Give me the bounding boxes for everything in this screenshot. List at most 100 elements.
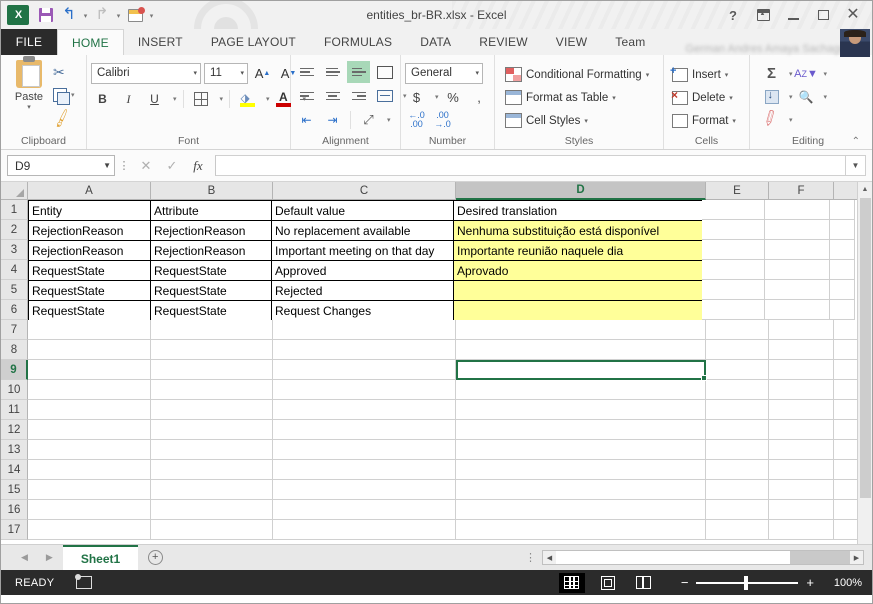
delete-cells-button[interactable]: Delete ▾ [671, 86, 733, 109]
percent-style-button[interactable]: % [442, 86, 465, 108]
column-header-b[interactable]: B [151, 182, 273, 200]
fill-dropdown-icon[interactable]: ▾ [789, 93, 793, 101]
cell-g1[interactable] [830, 200, 855, 220]
fill-handle[interactable] [701, 375, 707, 381]
row-header-7[interactable]: 7 [1, 320, 28, 340]
cell-a12[interactable] [28, 420, 151, 440]
align-right-button[interactable] [347, 85, 370, 107]
tab-home[interactable]: HOME [57, 29, 124, 55]
row-header-17[interactable]: 17 [1, 520, 28, 540]
cell-c11[interactable] [273, 400, 456, 420]
zoom-track[interactable] [696, 575, 799, 590]
cell-a10[interactable] [28, 380, 151, 400]
clear-dropdown-icon[interactable]: ▾ [789, 116, 793, 124]
cell-e3[interactable] [702, 240, 765, 260]
row-header-12[interactable]: 12 [1, 420, 28, 440]
signed-in-user-name[interactable]: German Andres Amaya Sachagua [685, 43, 851, 55]
cell-b4[interactable]: RequestState [150, 260, 272, 281]
cell-f8[interactable] [769, 340, 834, 360]
autosum-dropdown-icon[interactable]: ▾ [789, 70, 793, 78]
align-middle-button[interactable] [321, 61, 344, 83]
formula-bar-grip[interactable]: ⋮ [115, 160, 133, 171]
underline-dropdown-icon[interactable]: ▾ [173, 95, 177, 103]
select-all-button[interactable] [1, 182, 28, 200]
cell-a4[interactable]: RequestState [28, 260, 151, 281]
column-header-c[interactable]: C [273, 182, 456, 200]
vertical-scroll-thumb[interactable] [860, 198, 871, 498]
bold-button[interactable]: B [91, 88, 114, 110]
tab-page-layout[interactable]: PAGE LAYOUT [197, 29, 310, 55]
cancel-entry-button[interactable]: ✕ [133, 155, 159, 177]
align-top-button[interactable] [295, 61, 318, 83]
cell-e14[interactable] [706, 460, 769, 480]
find-select-dropdown-icon[interactable]: ▾ [824, 93, 828, 101]
cell-b17[interactable] [151, 520, 273, 540]
cell-e7[interactable] [706, 320, 769, 340]
cell-b2[interactable]: RejectionReason [150, 220, 272, 241]
cell-e2[interactable] [702, 220, 765, 240]
cell-styles-dropdown-icon[interactable]: ▾ [584, 117, 588, 125]
tab-file[interactable]: FILE [1, 29, 57, 55]
zoom-in-button[interactable]: + [806, 576, 814, 589]
save-button[interactable] [35, 4, 57, 26]
cell-b14[interactable] [151, 460, 273, 480]
clear-button[interactable]: 🖉 [756, 104, 787, 135]
cell-d3[interactable]: Importante reunião naquele dia [453, 240, 703, 261]
cell-g4[interactable] [830, 260, 855, 280]
cell-c10[interactable] [273, 380, 456, 400]
help-button[interactable]: ? [718, 2, 748, 28]
cell-b15[interactable] [151, 480, 273, 500]
redo-dropdown-icon[interactable]: ▾ [114, 4, 123, 26]
cell-b7[interactable] [151, 320, 273, 340]
tab-formulas[interactable]: FORMULAS [310, 29, 406, 55]
cell-c2[interactable]: No replacement available [271, 220, 454, 241]
cell-d4[interactable]: Aprovado [453, 260, 703, 281]
cell-f17[interactable] [769, 520, 834, 540]
cell-g16[interactable] [834, 500, 859, 520]
cell-f1[interactable] [765, 200, 830, 220]
cell-b6[interactable]: RequestState [150, 300, 272, 321]
zoom-slider[interactable]: − + [681, 575, 814, 590]
merge-and-center-button[interactable] [373, 85, 396, 107]
sort-filter-dropdown-icon[interactable]: ▾ [824, 70, 828, 78]
conditional-formatting-dropdown-icon[interactable]: ▾ [646, 71, 650, 79]
customize-quick-access-toolbar-icon[interactable]: ▾ [147, 4, 156, 26]
row-header-1[interactable]: 1 [1, 200, 28, 220]
cell-a14[interactable] [28, 460, 151, 480]
horizontal-scroll-track[interactable]: ◀ ▶ [542, 550, 864, 565]
format-cells-button[interactable]: Format ▾ [672, 109, 736, 132]
cell-e9[interactable] [706, 360, 769, 380]
cell-b9[interactable] [151, 360, 273, 380]
cell-a8[interactable] [28, 340, 151, 360]
tab-team[interactable]: Team [601, 29, 659, 55]
normal-view-button[interactable] [558, 572, 585, 593]
cell-e8[interactable] [706, 340, 769, 360]
column-header-f[interactable]: F [769, 182, 834, 200]
cell-g15[interactable] [834, 480, 859, 500]
cell-g12[interactable] [834, 420, 859, 440]
record-macro-icon[interactable] [75, 574, 93, 589]
copy-button[interactable]: ▾ [53, 84, 75, 106]
column-header-d[interactable]: D [456, 182, 706, 200]
cell-g10[interactable] [834, 380, 859, 400]
ribbon-display-options-button[interactable] [748, 2, 778, 28]
cell-styles-button[interactable]: Cell Styles ▾ [505, 109, 588, 132]
cell-g13[interactable] [834, 440, 859, 460]
vertical-scrollbar[interactable]: ▲ [857, 182, 872, 544]
cell-b11[interactable] [151, 400, 273, 420]
cell-g5[interactable] [830, 280, 855, 300]
cell-c7[interactable] [273, 320, 456, 340]
cell-f2[interactable] [765, 220, 830, 240]
fill-button[interactable] [760, 86, 783, 108]
cell-d7[interactable] [456, 320, 706, 340]
cell-b1[interactable]: Attribute [150, 200, 272, 221]
cell-a6[interactable]: RequestState [28, 300, 151, 321]
cell-f15[interactable] [769, 480, 834, 500]
copy-dropdown-icon[interactable]: ▾ [71, 91, 75, 99]
cell-d9[interactable] [456, 360, 706, 380]
cell-b3[interactable]: RejectionReason [150, 240, 272, 261]
cell-g6[interactable] [830, 300, 855, 320]
cell-d12[interactable] [456, 420, 706, 440]
cell-b8[interactable] [151, 340, 273, 360]
sort-and-filter-button[interactable]: A Z ▼ [794, 63, 818, 85]
